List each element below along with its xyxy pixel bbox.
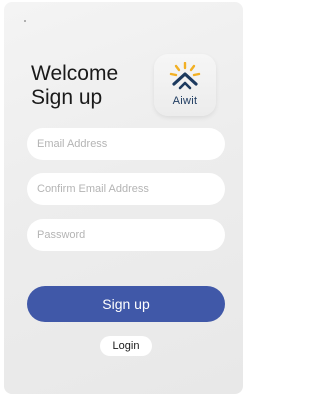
- page-title: Welcome Sign up: [31, 62, 118, 110]
- confirm-email-field[interactable]: [27, 173, 225, 205]
- email-field[interactable]: [27, 128, 225, 160]
- password-field[interactable]: [27, 219, 225, 251]
- title-line-welcome: Welcome: [31, 62, 119, 85]
- login-button[interactable]: Login: [100, 336, 152, 356]
- status-indicator: [24, 20, 26, 22]
- signup-screen: Welcome Sign up Aiwit Sign up Login: [4, 2, 243, 394]
- logo-wordmark: Aiwit: [172, 95, 198, 107]
- signup-button[interactable]: Sign up: [27, 286, 225, 322]
- app-window: Welcome Sign up Aiwit Sign up Login: [0, 0, 245, 396]
- title-line-signup: Sign up: [31, 86, 103, 109]
- aiwit-logo-icon: [169, 62, 201, 90]
- app-logo: Aiwit: [154, 54, 216, 116]
